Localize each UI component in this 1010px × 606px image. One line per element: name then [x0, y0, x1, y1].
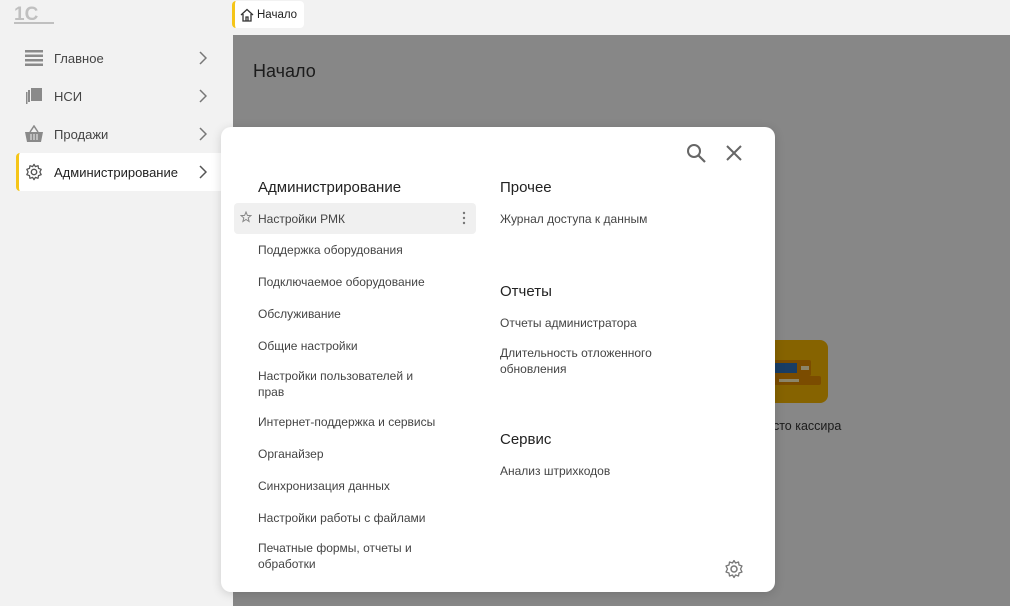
menu-item-label: Журнал доступа к данным [500, 212, 648, 226]
star-icon[interactable] [240, 211, 252, 223]
basket-icon [23, 123, 45, 145]
menu-item-label: Интернет-поддержка и сервисы [258, 415, 436, 429]
menu-item-label: Отчеты администратора [500, 316, 637, 330]
menu-item-data-access-log[interactable]: Журнал доступа к данным [500, 211, 700, 227]
gear-icon [23, 161, 45, 183]
right-sections: Прочее Журнал доступа к данным Отчеты От… [500, 177, 740, 479]
menu-item-user-settings[interactable]: Настройки пользователей и прав [234, 368, 429, 400]
menu-item-internet-support[interactable]: Интернет-поддержка и сервисы [234, 414, 476, 430]
sidebar-item-label: Администрирование [54, 164, 178, 180]
administration-section: Администрирование Настройки РМК Поддержк… [234, 177, 476, 572]
tab-home-label: Начало [257, 8, 298, 21]
menu-item-maintenance[interactable]: Обслуживание [234, 306, 476, 322]
menu-item-label: Обслуживание [258, 307, 341, 321]
close-icon[interactable] [724, 143, 744, 163]
section-title-service: Сервис [500, 431, 552, 448]
top-bar: 1С Начало [0, 0, 1010, 35]
more-options-icon[interactable] [462, 211, 466, 225]
sidebar-item-label: НСИ [54, 88, 83, 104]
chevron-right-icon [199, 127, 207, 141]
tab-home[interactable]: Начало [232, 1, 304, 28]
sidebar-item-label: Продажи [54, 126, 109, 142]
menu-item-connected-equipment[interactable]: Подключаемое оборудование [234, 274, 476, 290]
menu-lines-icon [23, 47, 45, 69]
menu-item-label: Настройки РМК [258, 212, 346, 226]
chevron-right-icon [199, 165, 207, 179]
menu-item-label: Настройки работы с файлами [258, 511, 426, 525]
logo-text: 1С [14, 4, 39, 25]
menu-item-label: Подключаемое оборудование [258, 275, 425, 289]
menu-item-deferred-update[interactable]: Длительность отложенного обновления [500, 345, 680, 377]
sidebar-item-nsi[interactable]: НСИ [16, 77, 221, 115]
documents-icon [23, 85, 45, 107]
menu-item-label: Синхронизация данных [258, 479, 390, 493]
section-title-reports: Отчеты [500, 283, 552, 300]
menu-item-print-forms[interactable]: Печатные формы, отчеты и обработки [234, 540, 429, 572]
menu-item-rmk-settings[interactable]: Настройки РМК [234, 203, 476, 234]
home-icon [240, 8, 254, 22]
sidebar-item-label: Главное [54, 50, 104, 66]
menu-item-label: Общие настройки [258, 339, 358, 353]
sidebar-item-sales[interactable]: Продажи [16, 115, 221, 153]
menu-item-equipment-support[interactable]: Поддержка оборудования [234, 242, 476, 258]
sidebar-item-administration[interactable]: Администрирование [16, 153, 221, 191]
menu-item-label: Настройки пользователей и прав [258, 369, 414, 399]
section-title: Администрирование [258, 179, 402, 196]
chevron-right-icon [199, 89, 207, 103]
section-menu-panel: Администрирование Настройки РМК Поддержк… [221, 127, 775, 592]
sidebar: Главное НСИ Продажи Администрирование [0, 35, 233, 606]
menu-item-label: Печатные формы, отчеты и обработки [258, 541, 412, 571]
menu-item-label: Поддержка оборудования [258, 243, 403, 257]
section-title-other: Прочее [500, 179, 552, 196]
menu-item-admin-reports[interactable]: Отчеты администратора [500, 315, 700, 331]
menu-item-general-settings[interactable]: Общие настройки [234, 338, 476, 354]
search-icon[interactable] [685, 142, 707, 164]
menu-item-data-sync[interactable]: Синхронизация данных [234, 478, 476, 494]
menu-item-barcode-analysis[interactable]: Анализ штрихкодов [500, 463, 700, 479]
menu-item-label: Длительность отложенного обновления [500, 346, 652, 376]
gear-icon[interactable] [724, 559, 744, 579]
menu-item-label: Анализ штрихкодов [500, 464, 611, 478]
sidebar-item-main[interactable]: Главное [16, 39, 221, 77]
menu-item-file-settings[interactable]: Настройки работы с файлами [234, 510, 476, 526]
app-logo[interactable]: 1С [14, 3, 56, 25]
chevron-right-icon [199, 51, 207, 65]
menu-item-organizer[interactable]: Органайзер [234, 446, 476, 462]
menu-item-label: Органайзер [258, 447, 324, 461]
